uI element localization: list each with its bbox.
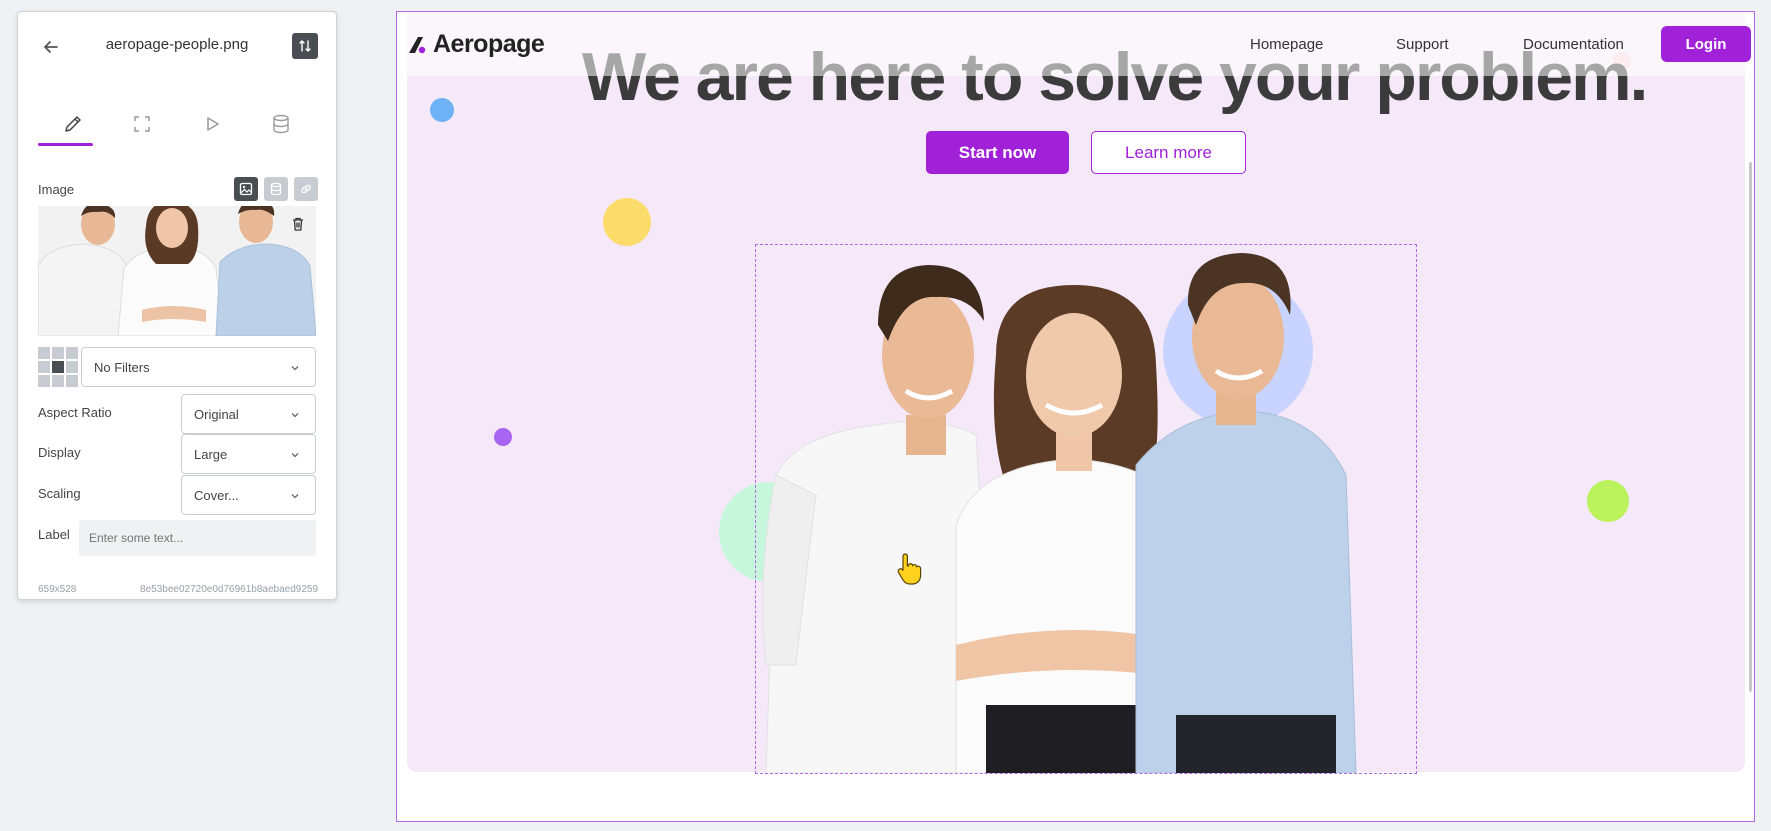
image-icon xyxy=(239,182,253,196)
nav-homepage[interactable]: Homepage xyxy=(1250,36,1323,53)
chevron-down-icon xyxy=(291,453,299,458)
hand-cursor-icon xyxy=(897,553,922,585)
page-canvas: We are here to solve your problem. Start… xyxy=(396,11,1755,822)
tab-play[interactable] xyxy=(177,102,247,146)
label-field-label: Label xyxy=(38,527,70,542)
chevron-down-icon xyxy=(291,366,299,371)
panel-tabs xyxy=(38,102,316,146)
people-photo xyxy=(762,253,1357,773)
source-link-button[interactable] xyxy=(294,177,318,201)
grid-cell[interactable] xyxy=(38,361,50,373)
grid-cell[interactable] xyxy=(52,375,64,387)
decor-dot-purple xyxy=(494,428,512,446)
trash-icon xyxy=(293,217,303,231)
image-hash: 8e53bee02720e0d76961b8aebaed9259 xyxy=(140,584,318,595)
label-input[interactable] xyxy=(79,520,316,556)
database-icon xyxy=(273,114,289,134)
play-icon xyxy=(207,117,219,131)
source-database-button[interactable] xyxy=(264,177,288,201)
chevron-down-icon xyxy=(291,413,299,418)
grid-cell[interactable] xyxy=(52,347,64,359)
scaling-label: Scaling xyxy=(38,486,81,501)
hero-section: We are here to solve your problem. Start… xyxy=(407,12,1745,774)
canvas-scrollbar[interactable] xyxy=(1749,162,1752,692)
display-value: Large xyxy=(194,446,228,462)
site-navbar: Aeropage Homepage Support Documentation … xyxy=(397,12,1754,76)
login-button[interactable]: Login xyxy=(1661,26,1751,62)
expand-icon xyxy=(134,116,150,132)
decor-dot-green xyxy=(1587,480,1629,522)
swap-icon xyxy=(299,40,311,52)
site-logo[interactable]: Aeropage xyxy=(407,30,545,59)
grid-cell[interactable] xyxy=(66,361,78,373)
tab-edit[interactable] xyxy=(38,102,108,146)
aspect-ratio-select[interactable]: Original xyxy=(181,394,316,434)
grid-cell-selected[interactable] xyxy=(52,361,64,373)
scaling-value: Cover... xyxy=(194,487,239,503)
file-name: aeropage-people.png xyxy=(105,36,249,53)
pencil-icon xyxy=(65,116,81,132)
back-button[interactable] xyxy=(38,34,64,60)
learn-more-button[interactable]: Learn more xyxy=(1091,131,1246,174)
delete-image-button[interactable] xyxy=(290,216,306,237)
scaling-select[interactable]: Cover... xyxy=(181,475,316,515)
link-icon xyxy=(301,184,311,194)
decor-dot-yellow xyxy=(603,198,651,246)
aeropage-logo-icon xyxy=(409,36,426,53)
start-now-button[interactable]: Start now xyxy=(926,131,1069,174)
display-label: Display xyxy=(38,445,81,460)
image-label: Image xyxy=(38,182,75,197)
image-source-group xyxy=(234,177,318,201)
nav-support[interactable]: Support xyxy=(1396,36,1449,53)
swap-button[interactable] xyxy=(292,33,318,59)
hero-image[interactable] xyxy=(755,244,1417,774)
nav-documentation[interactable]: Documentation xyxy=(1523,36,1624,53)
grid-cell[interactable] xyxy=(38,375,50,387)
tab-fullscreen[interactable] xyxy=(108,102,178,146)
panel-header: aeropage-people.png xyxy=(18,12,336,78)
database-icon xyxy=(270,182,282,196)
image-dimensions: 659x528 xyxy=(38,584,77,595)
arrow-left-icon xyxy=(44,41,58,53)
filter-select[interactable]: No Filters xyxy=(81,347,316,387)
aspect-ratio-label: Aspect Ratio xyxy=(38,405,112,420)
tab-database[interactable] xyxy=(247,102,317,146)
people-photo-thumbnail xyxy=(38,206,316,336)
image-thumbnail xyxy=(38,206,316,336)
source-image-button[interactable] xyxy=(234,177,258,201)
grid-cell[interactable] xyxy=(66,375,78,387)
display-select[interactable]: Large xyxy=(181,434,316,474)
brand-name: Aeropage xyxy=(433,30,545,58)
grid-cell[interactable] xyxy=(66,347,78,359)
chevron-down-icon xyxy=(291,494,299,499)
filter-select-value: No Filters xyxy=(94,359,150,375)
aspect-ratio-value: Original xyxy=(194,406,239,422)
position-grid[interactable] xyxy=(38,347,78,387)
decor-dot-blue xyxy=(430,98,454,122)
grid-cell[interactable] xyxy=(38,347,50,359)
image-editor-panel: aeropage-people.png Image No Filters Asp… xyxy=(17,11,337,600)
